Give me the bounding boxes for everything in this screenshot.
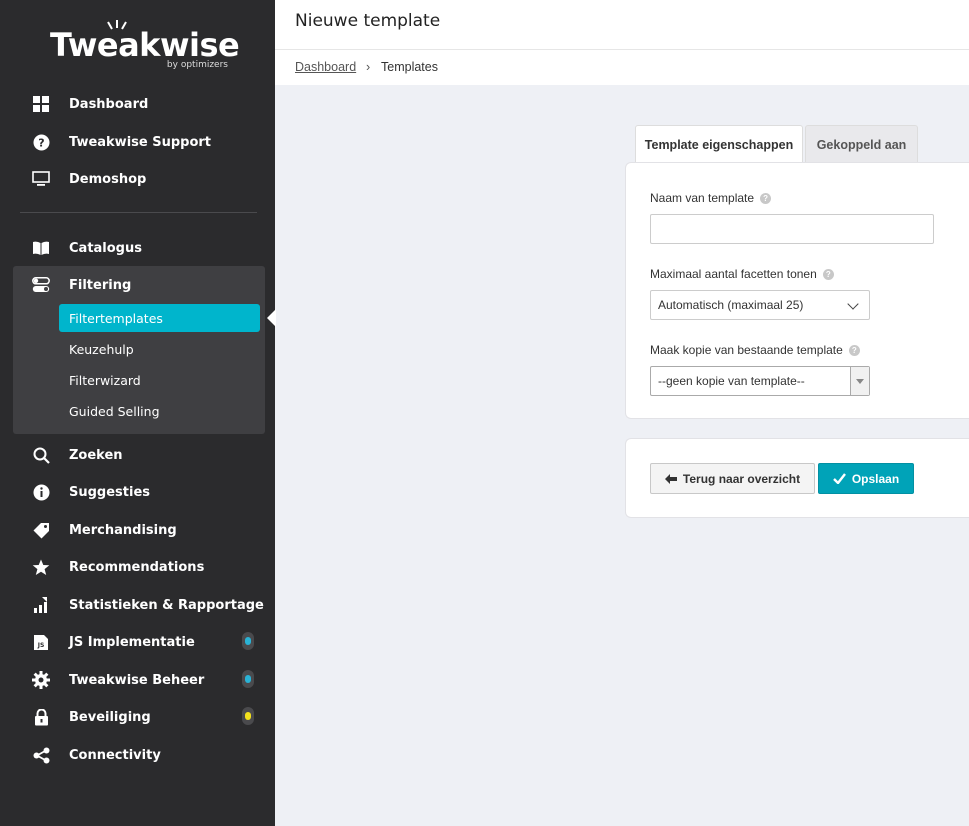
share-icon: [32, 746, 50, 764]
sidebar-item-label: Tweakwise Support: [69, 134, 212, 150]
sidebar-item-filtering[interactable]: Filtering: [0, 270, 275, 300]
sidebar-subitem-filtertemplates[interactable]: Filtertemplates: [59, 304, 260, 332]
svg-text:?: ?: [38, 136, 44, 149]
sidebar-item-zoeken[interactable]: Zoeken: [0, 440, 275, 470]
sidebar-divider: [20, 212, 257, 213]
back-button-label: Terug naar overzicht: [682, 471, 801, 486]
sidebar-item-beveiliging[interactable]: Beveiliging: [0, 702, 275, 732]
name-field-label: Naam van template ?: [650, 191, 772, 205]
max-facets-value: Automatisch (maximaal 25): [658, 298, 804, 312]
sidebar-item-label: Statistieken & Rapportage: [69, 597, 264, 613]
copy-template-value: --geen kopie van template--: [658, 374, 805, 388]
save-button-label: Opslaan: [851, 471, 900, 486]
breadcrumb-current: Templates: [381, 60, 438, 74]
name-label-text: Naam van template: [650, 191, 755, 205]
sidebar-item-label: Catalogus: [69, 240, 142, 256]
book-icon: [32, 239, 50, 257]
sidebar-item-connectivity[interactable]: Connectivity: [0, 740, 275, 770]
sidebar-subitem-filterwizard[interactable]: Filterwizard: [59, 366, 260, 394]
monitor-icon: [32, 170, 50, 188]
active-item-caret: [267, 309, 276, 327]
info-circle-icon: [32, 483, 50, 501]
dropdown-arrow-icon[interactable]: [850, 367, 869, 395]
status-badge: [242, 670, 254, 688]
sidebar-subitem-guided-selling[interactable]: Guided Selling: [59, 397, 260, 425]
logo-tagline: by optimizers: [166, 60, 228, 70]
page-title: Nieuwe template: [295, 11, 441, 31]
sidebar-item-label: Dashboard: [69, 96, 149, 112]
chevron-down-icon: [847, 298, 859, 310]
check-icon: [832, 473, 846, 484]
sidebar-item-merchandising[interactable]: Merchandising: [0, 515, 275, 545]
chart-icon: [32, 596, 50, 614]
sidebar-item-label: Merchandising: [69, 522, 177, 538]
sidebar-item-demoshop[interactable]: Demoshop: [0, 164, 275, 194]
sidebar-item-label: Beveiliging: [69, 709, 151, 725]
sidebar: Tweakwise by optimizers Dashboard ? Twea…: [0, 0, 275, 826]
facets-label-text: Maximaal aantal facetten tonen: [650, 267, 817, 281]
sidebar-item-tweakwise-beheer[interactable]: Tweakwise Beheer: [0, 665, 275, 695]
sidebar-item-label: Demoshop: [69, 171, 147, 187]
sidebar-item-catalogus[interactable]: Catalogus: [0, 233, 275, 263]
sidebar-item-recommendations[interactable]: Recommendations: [0, 552, 275, 582]
sidebar-item-suggesties[interactable]: Suggesties: [0, 477, 275, 507]
breadcrumb: Dashboard › Templates: [275, 50, 969, 85]
status-badge: [242, 707, 254, 725]
sidebar-item-label: Zoeken: [69, 447, 123, 463]
help-icon[interactable]: ?: [848, 344, 860, 356]
template-name-input[interactable]: [650, 214, 934, 244]
js-icon: JS: [32, 633, 50, 651]
gear-icon: [32, 671, 50, 689]
sidebar-item-label: Connectivity: [69, 747, 161, 763]
help-icon[interactable]: ?: [822, 268, 834, 280]
page-header: Nieuwe template: [275, 0, 969, 50]
sidebar-item-label: Recommendations: [69, 559, 205, 575]
copy-field-label: Maak kopie van bestaande template ?: [650, 343, 860, 357]
tweakwise-logo[interactable]: Tweakwise by optimizers: [50, 18, 240, 74]
star-icon: [32, 558, 50, 576]
tab-template-eigenschappen[interactable]: Template eigenschappen: [635, 125, 803, 163]
search-icon: [32, 446, 50, 464]
grid-icon: [32, 95, 50, 113]
breadcrumb-separator: ›: [366, 60, 371, 74]
logo-text: Tweakwise: [50, 26, 240, 64]
tag-icon: [32, 521, 50, 539]
sidebar-item-js-implementatie[interactable]: JS JS Implementatie: [0, 627, 275, 657]
sidebar-subitem-keuzehulp[interactable]: Keuzehulp: [59, 335, 260, 363]
status-badge: [242, 632, 254, 650]
max-facets-select[interactable]: Automatisch (maximaal 25): [650, 290, 870, 320]
toggle-icon: [32, 276, 50, 294]
copy-label-text: Maak kopie van bestaande template: [650, 343, 843, 357]
lock-icon: [32, 708, 50, 726]
svg-text:JS: JS: [37, 642, 45, 649]
save-button[interactable]: Opslaan: [818, 463, 914, 494]
sidebar-item-dashboard[interactable]: Dashboard: [0, 89, 275, 119]
back-to-overview-button[interactable]: Terug naar overzicht: [650, 463, 815, 494]
facets-field-label: Maximaal aantal facetten tonen ?: [650, 267, 834, 281]
sidebar-item-label: Tweakwise Beheer: [69, 672, 205, 688]
sidebar-item-label: Filtering: [69, 277, 132, 293]
sidebar-item-tweakwise-support[interactable]: ? Tweakwise Support: [0, 127, 275, 157]
actions-panel: Terug naar overzicht Opslaan: [625, 438, 969, 518]
help-icon[interactable]: ?: [760, 192, 772, 204]
tab-gekoppeld-aan[interactable]: Gekoppeld aan: [805, 125, 918, 163]
template-form-panel: Naam van template ? Maximaal aantal face…: [625, 162, 969, 419]
arrow-left-icon: [664, 473, 677, 484]
breadcrumb-link-dashboard[interactable]: Dashboard: [295, 60, 356, 74]
copy-template-select[interactable]: --geen kopie van template--: [650, 366, 870, 396]
question-circle-icon: ?: [32, 133, 50, 151]
sidebar-item-label: Suggesties: [69, 484, 151, 500]
sidebar-item-label: JS Implementatie: [69, 634, 195, 650]
sidebar-item-statistieken[interactable]: Statistieken & Rapportage: [0, 590, 275, 620]
